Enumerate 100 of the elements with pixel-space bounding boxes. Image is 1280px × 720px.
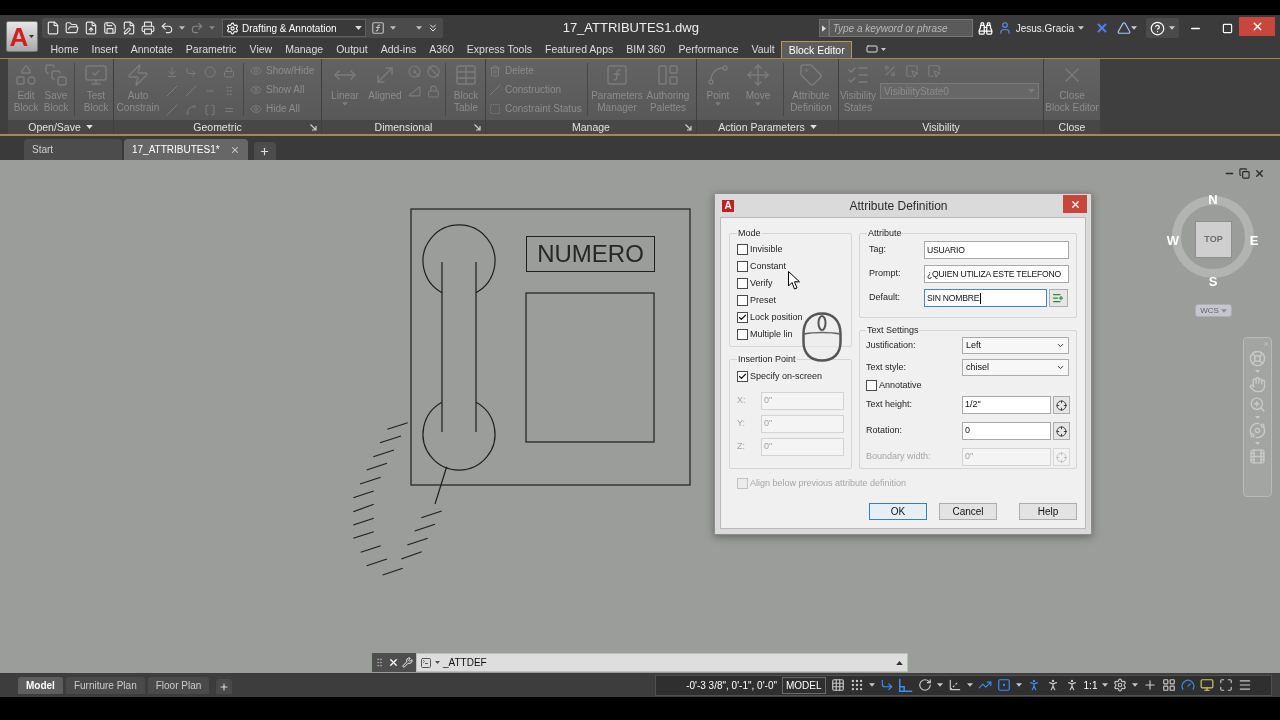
model-space-button[interactable]: MODEL (782, 676, 826, 694)
command-line-field[interactable]: _ATTDEF (416, 653, 908, 672)
ribbon-tab[interactable]: Insert (85, 41, 125, 58)
close-window-button[interactable] (1239, 17, 1275, 36)
ribbon-tab[interactable]: Output (329, 41, 375, 58)
grid-icon[interactable] (830, 678, 845, 692)
axes-icon[interactable] (947, 678, 962, 692)
caret-icon[interactable] (355, 26, 362, 30)
checkbox-label[interactable]: Invisible (750, 242, 783, 257)
ribbon-tab[interactable]: BIM 360 (619, 41, 672, 58)
pick-point-button[interactable] (1052, 422, 1070, 440)
caret-icon[interactable] (390, 26, 396, 30)
save-icon[interactable] (103, 21, 117, 35)
insert-field-button[interactable] (1048, 289, 1068, 307)
caret-icon[interactable] (29, 35, 35, 38)
close-icon[interactable] (388, 657, 399, 668)
new-file-icon[interactable] (46, 21, 60, 35)
layout-tab[interactable]: Floor Plan (147, 677, 210, 694)
ribbon-tab[interactable]: Parametric (179, 41, 244, 58)
dropdown-select[interactable]: chisel (961, 359, 1069, 376)
monitor-icon[interactable] (1200, 678, 1215, 692)
gauge-icon[interactable] (1181, 678, 1196, 692)
text-field[interactable]: ¿QUIEN UTILIZA ESTE TELEFONO (923, 265, 1069, 283)
close-button[interactable] (1063, 195, 1087, 213)
text-field[interactable]: 0 (961, 422, 1051, 440)
search-field[interactable]: Type a keyword or phrase (828, 19, 973, 37)
layout-tab[interactable]: Model (18, 677, 63, 694)
caret-icon[interactable] (416, 26, 422, 30)
checkbox[interactable] (737, 329, 748, 340)
open-folder-icon[interactable] (65, 21, 79, 35)
dialog-button[interactable]: OK (869, 503, 927, 520)
ribbon-tab[interactable]: Vault (745, 41, 782, 58)
triangle-icon[interactable] (1117, 21, 1131, 35)
caret-icon[interactable] (435, 661, 440, 664)
ribbon-tab[interactable]: A360 (422, 41, 461, 58)
ribbon-options-button[interactable] (866, 43, 887, 55)
new-layout-button[interactable] (216, 679, 233, 694)
caret-icon[interactable] (896, 660, 903, 665)
user-menu-button[interactable]: Jesus.Gracia (997, 20, 1084, 36)
squares-icon[interactable] (1162, 678, 1177, 692)
corner-arrow-icon[interactable] (879, 678, 894, 692)
workspace-dropdown[interactable]: Drafting & Annotation (222, 19, 366, 37)
grip-icon[interactable] (374, 657, 385, 668)
ribbon-tab[interactable]: Annotate (124, 41, 180, 58)
checkbox[interactable] (737, 371, 748, 382)
checkbox-label[interactable]: Constant (750, 259, 787, 274)
dialog-button[interactable]: Help (1019, 503, 1077, 520)
checkbox[interactable] (737, 261, 748, 272)
help-button[interactable] (1146, 18, 1179, 38)
dot-grid-icon[interactable] (849, 678, 864, 692)
ribbon-tab[interactable]: Add-ins (374, 41, 423, 58)
checkbox-label[interactable]: Preset (750, 293, 776, 308)
checkbox[interactable] (737, 278, 748, 289)
new-tab-button[interactable] (253, 142, 276, 160)
caret-icon[interactable] (1015, 683, 1022, 687)
caret-icon[interactable] (1169, 26, 1175, 30)
terminal-icon[interactable] (420, 656, 432, 669)
printer-icon[interactable] (141, 21, 155, 35)
circular-arrow-icon[interactable] (917, 678, 932, 692)
ribbon-tab[interactable]: Performance (671, 41, 745, 58)
function-icon[interactable] (371, 21, 385, 35)
checkbox-label[interactable]: Annotative (878, 378, 922, 393)
ribbon-tab[interactable]: View (243, 41, 279, 58)
ribbon-tab[interactable]: Featured Apps (538, 41, 620, 58)
annotation-scale-button[interactable]: 1:1 (1083, 677, 1098, 693)
ribbon-tab[interactable]: Express Tools (460, 41, 539, 58)
document-tab[interactable]: 17_ATTRIBUTES1* (124, 139, 248, 160)
search-toggle-button[interactable] (818, 19, 829, 37)
ucs-menu-button[interactable]: WCS (1195, 304, 1232, 317)
ribbon-tab[interactable]: Manage (278, 41, 330, 58)
caret-icon[interactable] (1078, 26, 1084, 30)
caret-icon[interactable] (936, 683, 943, 687)
maximize-icon[interactable] (1222, 22, 1233, 34)
plus-icon[interactable] (1143, 678, 1158, 692)
ribbon-tab[interactable]: Block Editor (781, 41, 853, 58)
file-pen-icon[interactable] (122, 21, 136, 35)
settings-icon[interactable] (1113, 678, 1128, 692)
caret-icon[interactable] (868, 683, 875, 687)
close-icon[interactable] (1254, 168, 1265, 179)
dropdown-select[interactable]: Left (961, 337, 1069, 354)
checkbox-label[interactable]: Multiple lin (750, 327, 793, 342)
fullscreen-icon[interactable] (1219, 678, 1234, 692)
caret-icon[interactable] (1102, 683, 1109, 687)
checkbox-label[interactable]: Specify on-screen (750, 369, 823, 384)
binoculars-icon[interactable] (977, 20, 993, 36)
caret-icon[interactable] (1132, 683, 1139, 687)
restore-icon[interactable] (1239, 168, 1250, 179)
layout-tab[interactable]: Furniture Plan (65, 677, 145, 694)
caret-icon[interactable] (821, 24, 826, 32)
file-arrow-icon[interactable] (84, 21, 98, 35)
dialog-button[interactable]: Cancel (939, 503, 997, 520)
checkbox[interactable] (737, 312, 748, 323)
undo-icon[interactable] (160, 21, 174, 35)
wrench-icon[interactable] (402, 657, 413, 668)
text-field[interactable]: USUARIO (923, 241, 1069, 259)
right-angle-icon[interactable] (898, 678, 913, 692)
menu-icon[interactable] (1238, 678, 1253, 692)
caret-icon[interactable] (179, 26, 185, 30)
caret-icon[interactable] (966, 683, 973, 687)
caret-icon[interactable] (1131, 26, 1137, 30)
